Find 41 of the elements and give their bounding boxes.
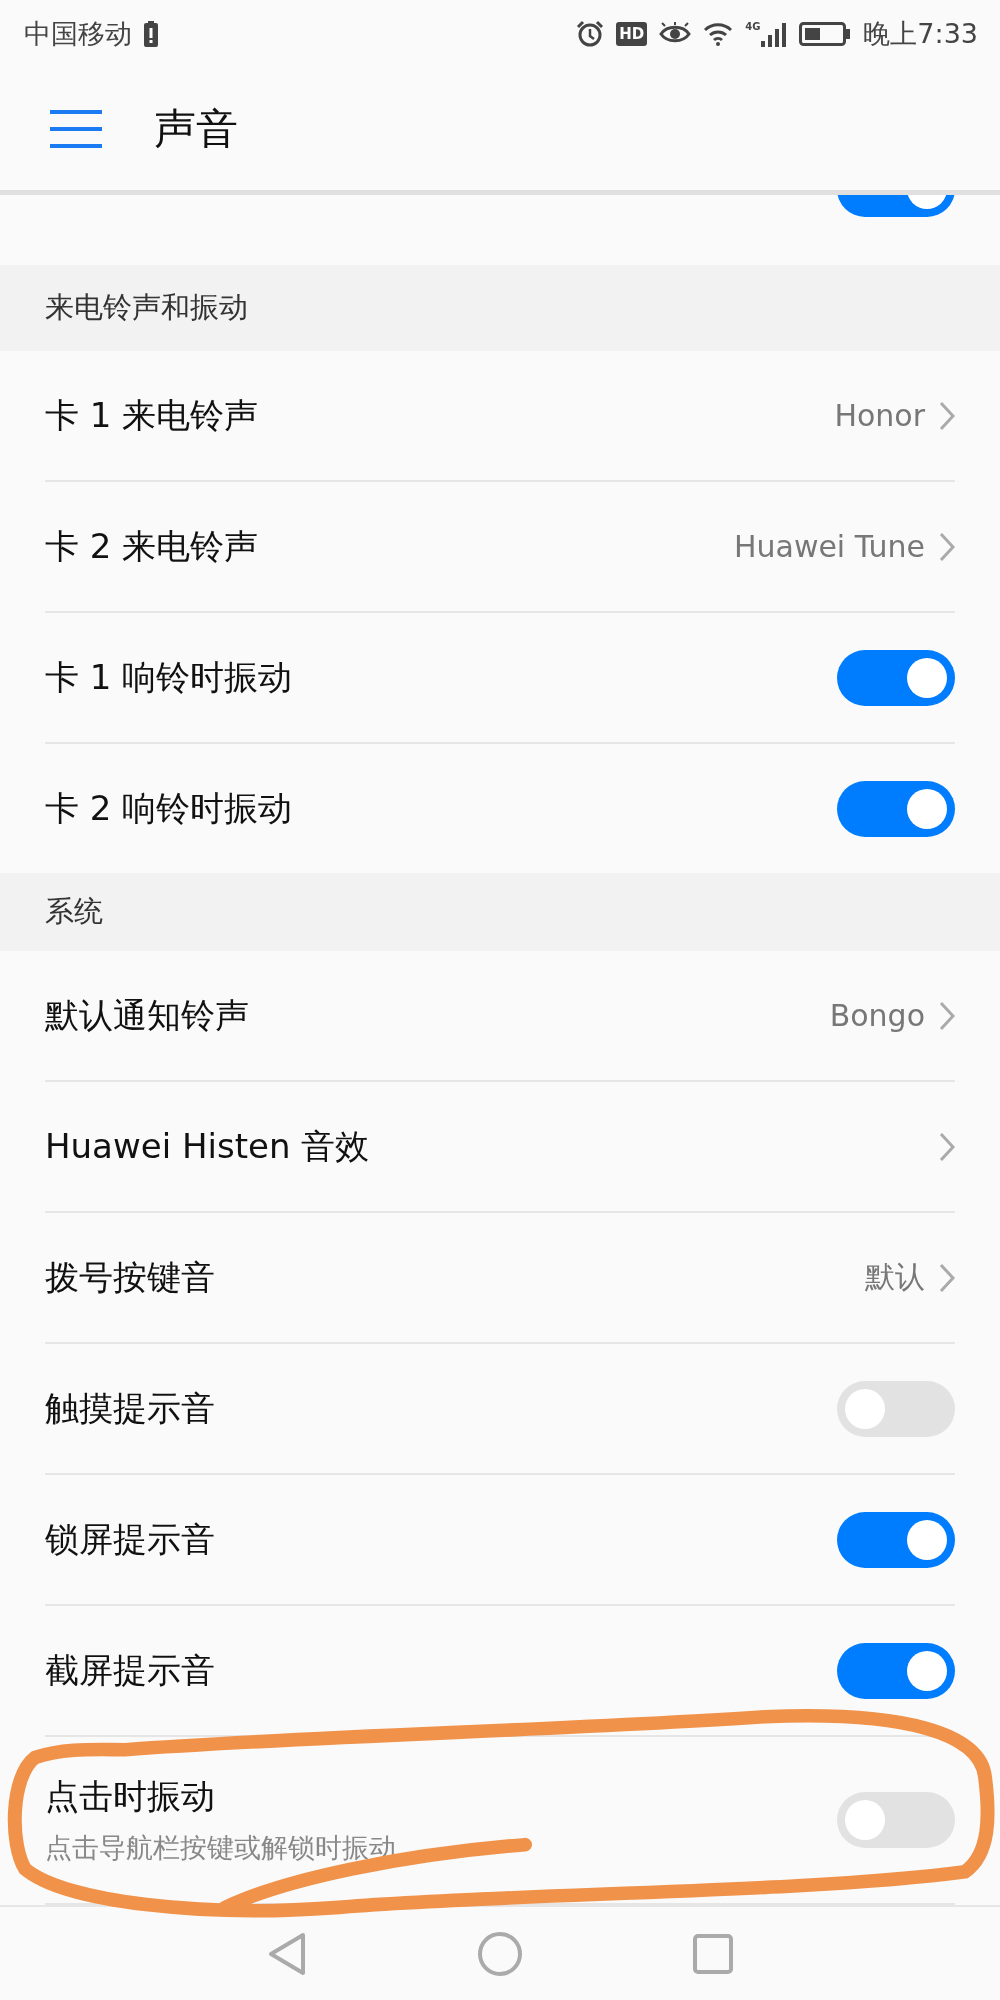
page-title: 声音 (154, 103, 238, 156)
setting-value: 默认 (865, 1258, 925, 1297)
chevron-right-icon (939, 1262, 955, 1293)
setting-label: 点击时振动 (45, 1775, 215, 1819)
menu-button[interactable] (50, 110, 102, 149)
back-button[interactable] (267, 1931, 307, 1976)
home-icon (477, 1930, 523, 1977)
section-header: 系统 (0, 873, 1000, 952)
setting-label: 锁屏提示音 (45, 1517, 215, 1561)
setting-label: 默认通知铃声 (45, 993, 249, 1037)
section-header: 来电铃声和振动 (0, 265, 1000, 352)
home-button[interactable] (477, 1930, 523, 1977)
setting-label: 拨号按键音 (45, 1255, 215, 1299)
setting-label: 卡 2 响铃时振动 (45, 786, 293, 830)
clock-time: 晚上7:33 (863, 17, 978, 52)
setting-value: Bongo (829, 998, 925, 1034)
setting-label: 截屏提示音 (45, 1648, 215, 1692)
chevron-right-icon (939, 1000, 955, 1031)
back-icon (267, 1931, 307, 1976)
setting-label: 触摸提示音 (45, 1386, 215, 1430)
wifi-icon (703, 22, 734, 47)
setting-value: Huawei Tune (733, 529, 925, 565)
chevron-right-icon (939, 400, 955, 431)
setting-value: Honor (834, 398, 925, 434)
recents-button[interactable] (693, 1933, 733, 1974)
setting-label: 卡 1 来电铃声 (45, 393, 259, 437)
network-type: 4G (745, 21, 761, 33)
carrier-name: 中国移动 (24, 17, 132, 52)
hd-badge: HD (616, 22, 648, 47)
setting-label: 卡 1 响铃时振动 (45, 655, 293, 699)
chevron-right-icon (939, 1131, 955, 1162)
alarm-icon (576, 20, 605, 49)
signal-icon (761, 21, 788, 48)
recents-icon (693, 1933, 733, 1974)
setting-label: 卡 2 来电铃声 (45, 524, 259, 568)
battery-alert-icon (144, 21, 158, 48)
battery-icon (799, 22, 852, 47)
menu-icon (50, 110, 102, 149)
chevron-right-icon (939, 531, 955, 562)
setting-label: Huawei Histen 音效 (45, 1124, 370, 1168)
toggle-switch[interactable] (837, 1511, 955, 1568)
